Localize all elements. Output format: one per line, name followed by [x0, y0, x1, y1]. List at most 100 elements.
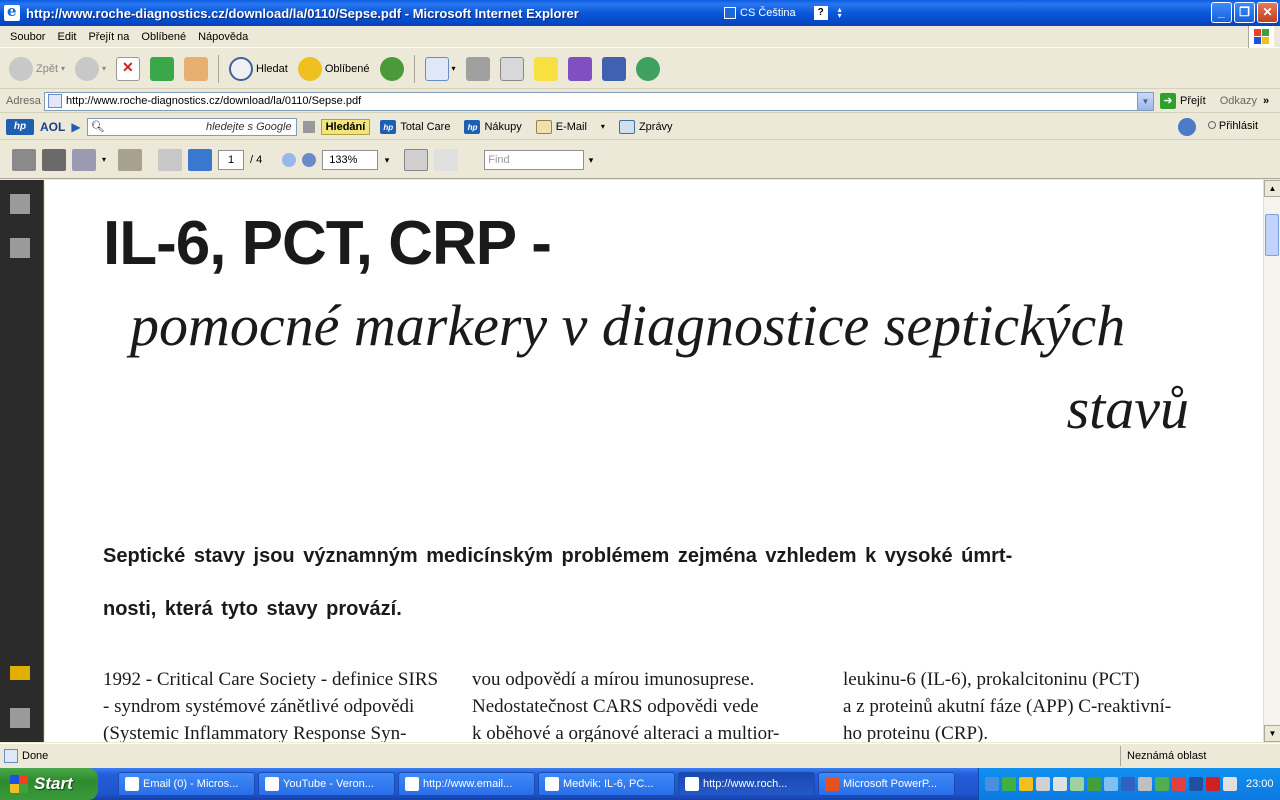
star-icon [297, 56, 322, 81]
taskbar-item[interactable]: YouTube - Veron... [258, 772, 395, 796]
taskbar-item[interactable]: Medvik: IL-6, PC... [538, 772, 675, 796]
edit-button[interactable] [497, 53, 527, 85]
hp-logo-icon[interactable]: hp [6, 118, 34, 135]
note-button[interactable] [531, 53, 561, 85]
messenger-button[interactable] [565, 53, 595, 85]
scroll-thumb[interactable] [1265, 214, 1279, 256]
attachment-icon[interactable] [10, 708, 30, 728]
document-subtitle-continued: stavů [1066, 376, 1189, 441]
comments-icon[interactable] [10, 666, 30, 680]
zoom-in-icon[interactable] [302, 152, 317, 167]
zoom-select[interactable]: 133% [322, 149, 389, 170]
taskbar: Start Email (0) - Micros... YouTube - Ve… [0, 768, 1280, 800]
tray-app-icon[interactable] [1223, 777, 1237, 791]
fit-width-icon[interactable] [404, 148, 429, 171]
login-button[interactable]: Přihlásit [1207, 120, 1258, 132]
share-dropdown-icon[interactable]: ▾ [102, 155, 106, 164]
page-number-input[interactable]: 1 [218, 149, 245, 170]
zoom-out-icon[interactable] [282, 152, 297, 167]
tray-app-icon[interactable] [1206, 777, 1220, 791]
print-button[interactable] [463, 53, 493, 85]
tray-app-icon[interactable] [1087, 777, 1101, 791]
clock[interactable]: 23:00 [1246, 778, 1274, 790]
mail-dropdown-icon[interactable]: ▾ [452, 64, 456, 73]
taskbar-item[interactable]: Email (0) - Micros... [118, 772, 255, 796]
favorites-button[interactable]: Oblíbené [295, 53, 373, 85]
tray-app-icon[interactable] [1070, 777, 1084, 791]
next-page-icon[interactable] [188, 148, 213, 171]
text-line: leukinu-6 (IL-6), prokalcitoninu (PCT) [843, 669, 1140, 690]
search-button[interactable]: Hledat [226, 53, 291, 85]
pdf-document[interactable]: IL-6, PCT, CRP - pomocné markery v diagn… [45, 180, 1263, 742]
tray-shield-icon[interactable] [1019, 777, 1033, 791]
search-submit-button[interactable]: Hledání [320, 118, 371, 135]
forward-button[interactable]: ▾ [72, 53, 109, 85]
fit-page-icon[interactable] [434, 148, 459, 171]
refresh-button[interactable] [147, 53, 177, 85]
save-icon[interactable] [42, 148, 66, 171]
contacts-button[interactable] [633, 53, 663, 85]
pages-icon[interactable] [10, 194, 30, 214]
address-input[interactable]: http://www.roche-diagnostics.cz/download… [44, 91, 1154, 111]
eraser-icon[interactable] [302, 120, 315, 133]
back-button[interactable]: Zpět ▾ [6, 53, 68, 85]
chevron-right-icon[interactable]: » [1263, 95, 1269, 107]
shopping-button[interactable]: hp Nákupy [460, 119, 525, 134]
taskbar-item-active[interactable]: http://www.roch... [678, 772, 815, 796]
edit-icon [499, 56, 524, 81]
back-dropdown-icon[interactable]: ▾ [61, 64, 65, 73]
menu-goto[interactable]: Přejít na [82, 31, 135, 43]
address-dropdown-icon[interactable]: ▼ [1137, 92, 1153, 110]
pdf-navigation-pane [0, 180, 44, 742]
scroll-down-icon[interactable]: ▼ [1264, 725, 1280, 742]
tray-app-icon[interactable] [1053, 777, 1067, 791]
system-tray: 23:00 [978, 768, 1280, 800]
gear-icon[interactable] [1178, 118, 1196, 136]
total-care-button[interactable]: hp Total Care [376, 119, 454, 134]
menu-help[interactable]: Nápověda [192, 31, 254, 43]
menu-edit[interactable]: Edit [51, 31, 82, 43]
tray-app-icon[interactable] [1104, 777, 1118, 791]
aol-button[interactable]: AOL [40, 120, 65, 134]
forward-dropdown-icon[interactable]: ▾ [102, 64, 106, 73]
print-icon[interactable] [12, 148, 36, 171]
history-button[interactable] [377, 53, 407, 85]
share-icon[interactable] [72, 148, 96, 171]
go-button[interactable]: ➜ Přejít [1160, 93, 1206, 109]
tray-app-icon[interactable] [1189, 777, 1203, 791]
language-bar[interactable]: CS Čeština ? ▴ ▾ [724, 4, 842, 22]
menu-file[interactable]: Soubor [4, 31, 51, 43]
links-label[interactable]: Odkazy [1220, 95, 1257, 107]
close-button[interactable]: ✕ [1257, 2, 1278, 23]
taskbar-item[interactable]: http://www.email... [398, 772, 535, 796]
address-url[interactable]: http://www.roche-diagnostics.cz/download… [66, 95, 1133, 107]
mail-button[interactable]: ▾ [422, 53, 459, 85]
stop-button[interactable]: ✕ [113, 53, 143, 85]
email-button[interactable]: E-Mail ▾ [532, 119, 609, 134]
maximize-button[interactable]: ❐ [1234, 2, 1255, 23]
tray-app-icon[interactable] [1002, 777, 1016, 791]
find-input[interactable]: Find [484, 149, 593, 170]
language-options-icon[interactable]: ▴ ▾ [838, 6, 842, 20]
taskbar-item[interactable]: Microsoft PowerP... [818, 772, 955, 796]
email-dropdown-icon[interactable]: ▾ [601, 122, 605, 131]
tray-app-icon[interactable] [1172, 777, 1186, 791]
collaborate-icon[interactable] [118, 148, 143, 171]
news-button[interactable]: Zprávy [615, 119, 677, 134]
tray-app-icon[interactable] [1036, 777, 1050, 791]
help-icon[interactable]: ? [813, 6, 828, 20]
tray-app-icon[interactable] [1155, 777, 1169, 791]
start-button[interactable]: Start [0, 768, 98, 800]
research-button[interactable] [599, 53, 629, 85]
menu-favorites[interactable]: Oblíbené [135, 31, 192, 43]
tray-network-icon[interactable] [985, 777, 999, 791]
binoculars-icon[interactable] [10, 238, 30, 258]
tray-app-icon[interactable] [1121, 777, 1135, 791]
previous-page-icon[interactable] [158, 148, 183, 171]
home-button[interactable] [181, 53, 211, 85]
scroll-up-icon[interactable]: ▲ [1264, 180, 1280, 197]
tray-app-icon[interactable] [1138, 777, 1152, 791]
vertical-scrollbar[interactable]: ▲ ▼ [1263, 180, 1280, 742]
google-search-input[interactable]: 🔍︎ hledejte s Google [86, 117, 297, 136]
minimize-button[interactable]: _ [1211, 2, 1232, 23]
